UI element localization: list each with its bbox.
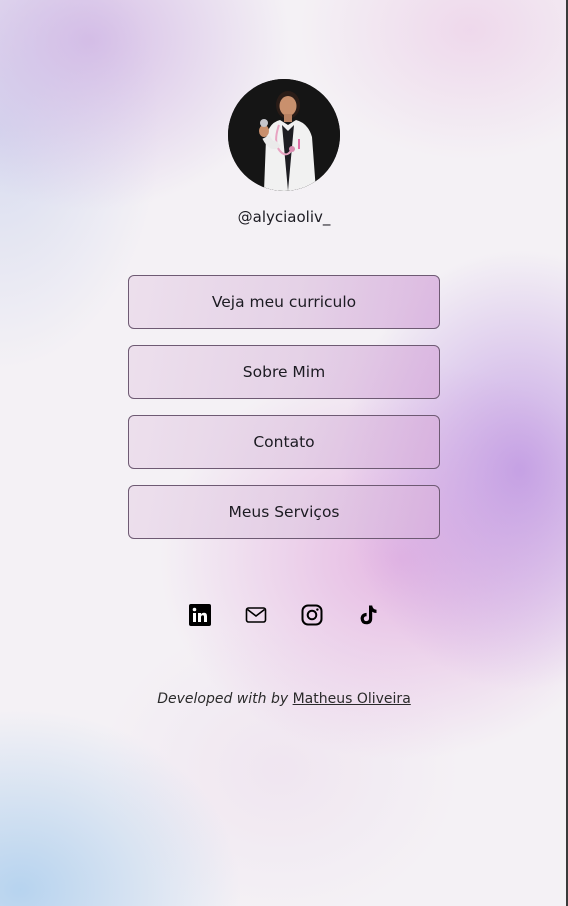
profile-header: @alyciaoliv_ — [0, 79, 568, 226]
footer-credit: Developed with by Matheus Oliveira — [0, 691, 568, 707]
mail-icon[interactable] — [244, 603, 268, 627]
services-button[interactable]: Meus Serviços — [128, 485, 440, 539]
footer-prefix: Developed with by — [157, 691, 289, 707]
about-me-button[interactable]: Sobre Mim — [128, 345, 440, 399]
profile-handle: @alyciaoliv_ — [237, 208, 331, 226]
instagram-icon[interactable] — [300, 603, 324, 627]
author-link[interactable]: Matheus Oliveira — [293, 691, 411, 707]
tiktok-icon[interactable] — [356, 603, 380, 627]
contact-button[interactable]: Contato — [128, 415, 440, 469]
social-links — [0, 603, 568, 627]
avatar — [228, 79, 340, 191]
link-list: Veja meu curriculo Sobre Mim Contato Meu… — [128, 275, 440, 555]
linkedin-icon[interactable] — [188, 603, 212, 627]
curriculum-button[interactable]: Veja meu curriculo — [128, 275, 440, 329]
